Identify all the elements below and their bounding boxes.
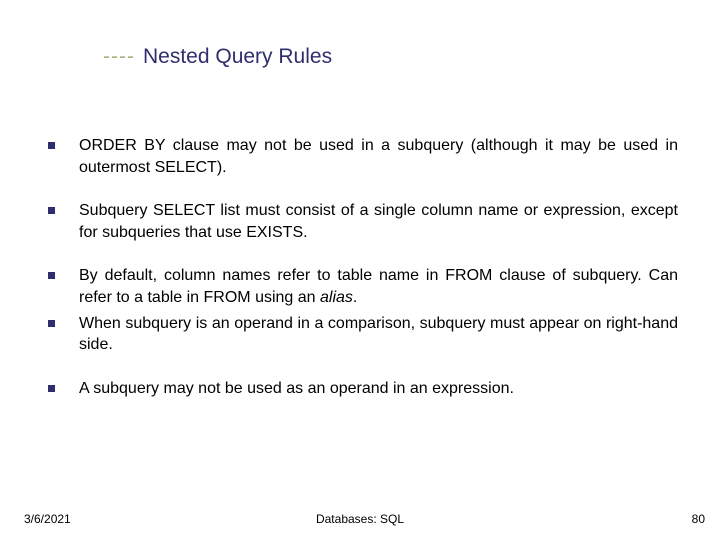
bullet-text: A subquery may not be used as an operand… (79, 378, 678, 400)
bullet-icon (48, 385, 55, 392)
footer-page-number: 80 (692, 512, 705, 526)
bullet-text: ORDER BY clause may not be used in a sub… (79, 135, 678, 178)
list-item: Subquery SELECT list must consist of a s… (48, 200, 678, 243)
list-item: A subquery may not be used as an operand… (48, 378, 678, 400)
slide: ---- Nested Query Rules ORDER BY clause … (0, 0, 720, 540)
bullet-icon (48, 320, 55, 327)
bullet-text-pre: By default, column names refer to table … (79, 267, 678, 306)
bullet-text: Subquery SELECT list must consist of a s… (79, 200, 678, 243)
bullet-text-post: . (353, 289, 357, 306)
slide-title: ---- Nested Query Rules (103, 45, 332, 69)
list-item: When subquery is an operand in a compari… (48, 313, 678, 356)
list-item: ORDER BY clause may not be used in a sub… (48, 135, 678, 178)
slide-footer: 3/6/2021 Databases: SQL 80 (0, 506, 720, 526)
bullet-icon (48, 207, 55, 214)
title-text: Nested Query Rules (143, 45, 332, 69)
bullet-text: By default, column names refer to table … (79, 265, 678, 308)
footer-center: Databases: SQL (0, 512, 720, 526)
bullet-icon (48, 142, 55, 149)
title-dashes: ---- (103, 45, 135, 69)
bullet-icon (48, 272, 55, 279)
bullet-text: When subquery is an operand in a compari… (79, 313, 678, 356)
list-item: By default, column names refer to table … (48, 265, 678, 308)
bullet-text-em: alias (320, 289, 353, 306)
slide-body: ORDER BY clause may not be used in a sub… (48, 135, 678, 421)
